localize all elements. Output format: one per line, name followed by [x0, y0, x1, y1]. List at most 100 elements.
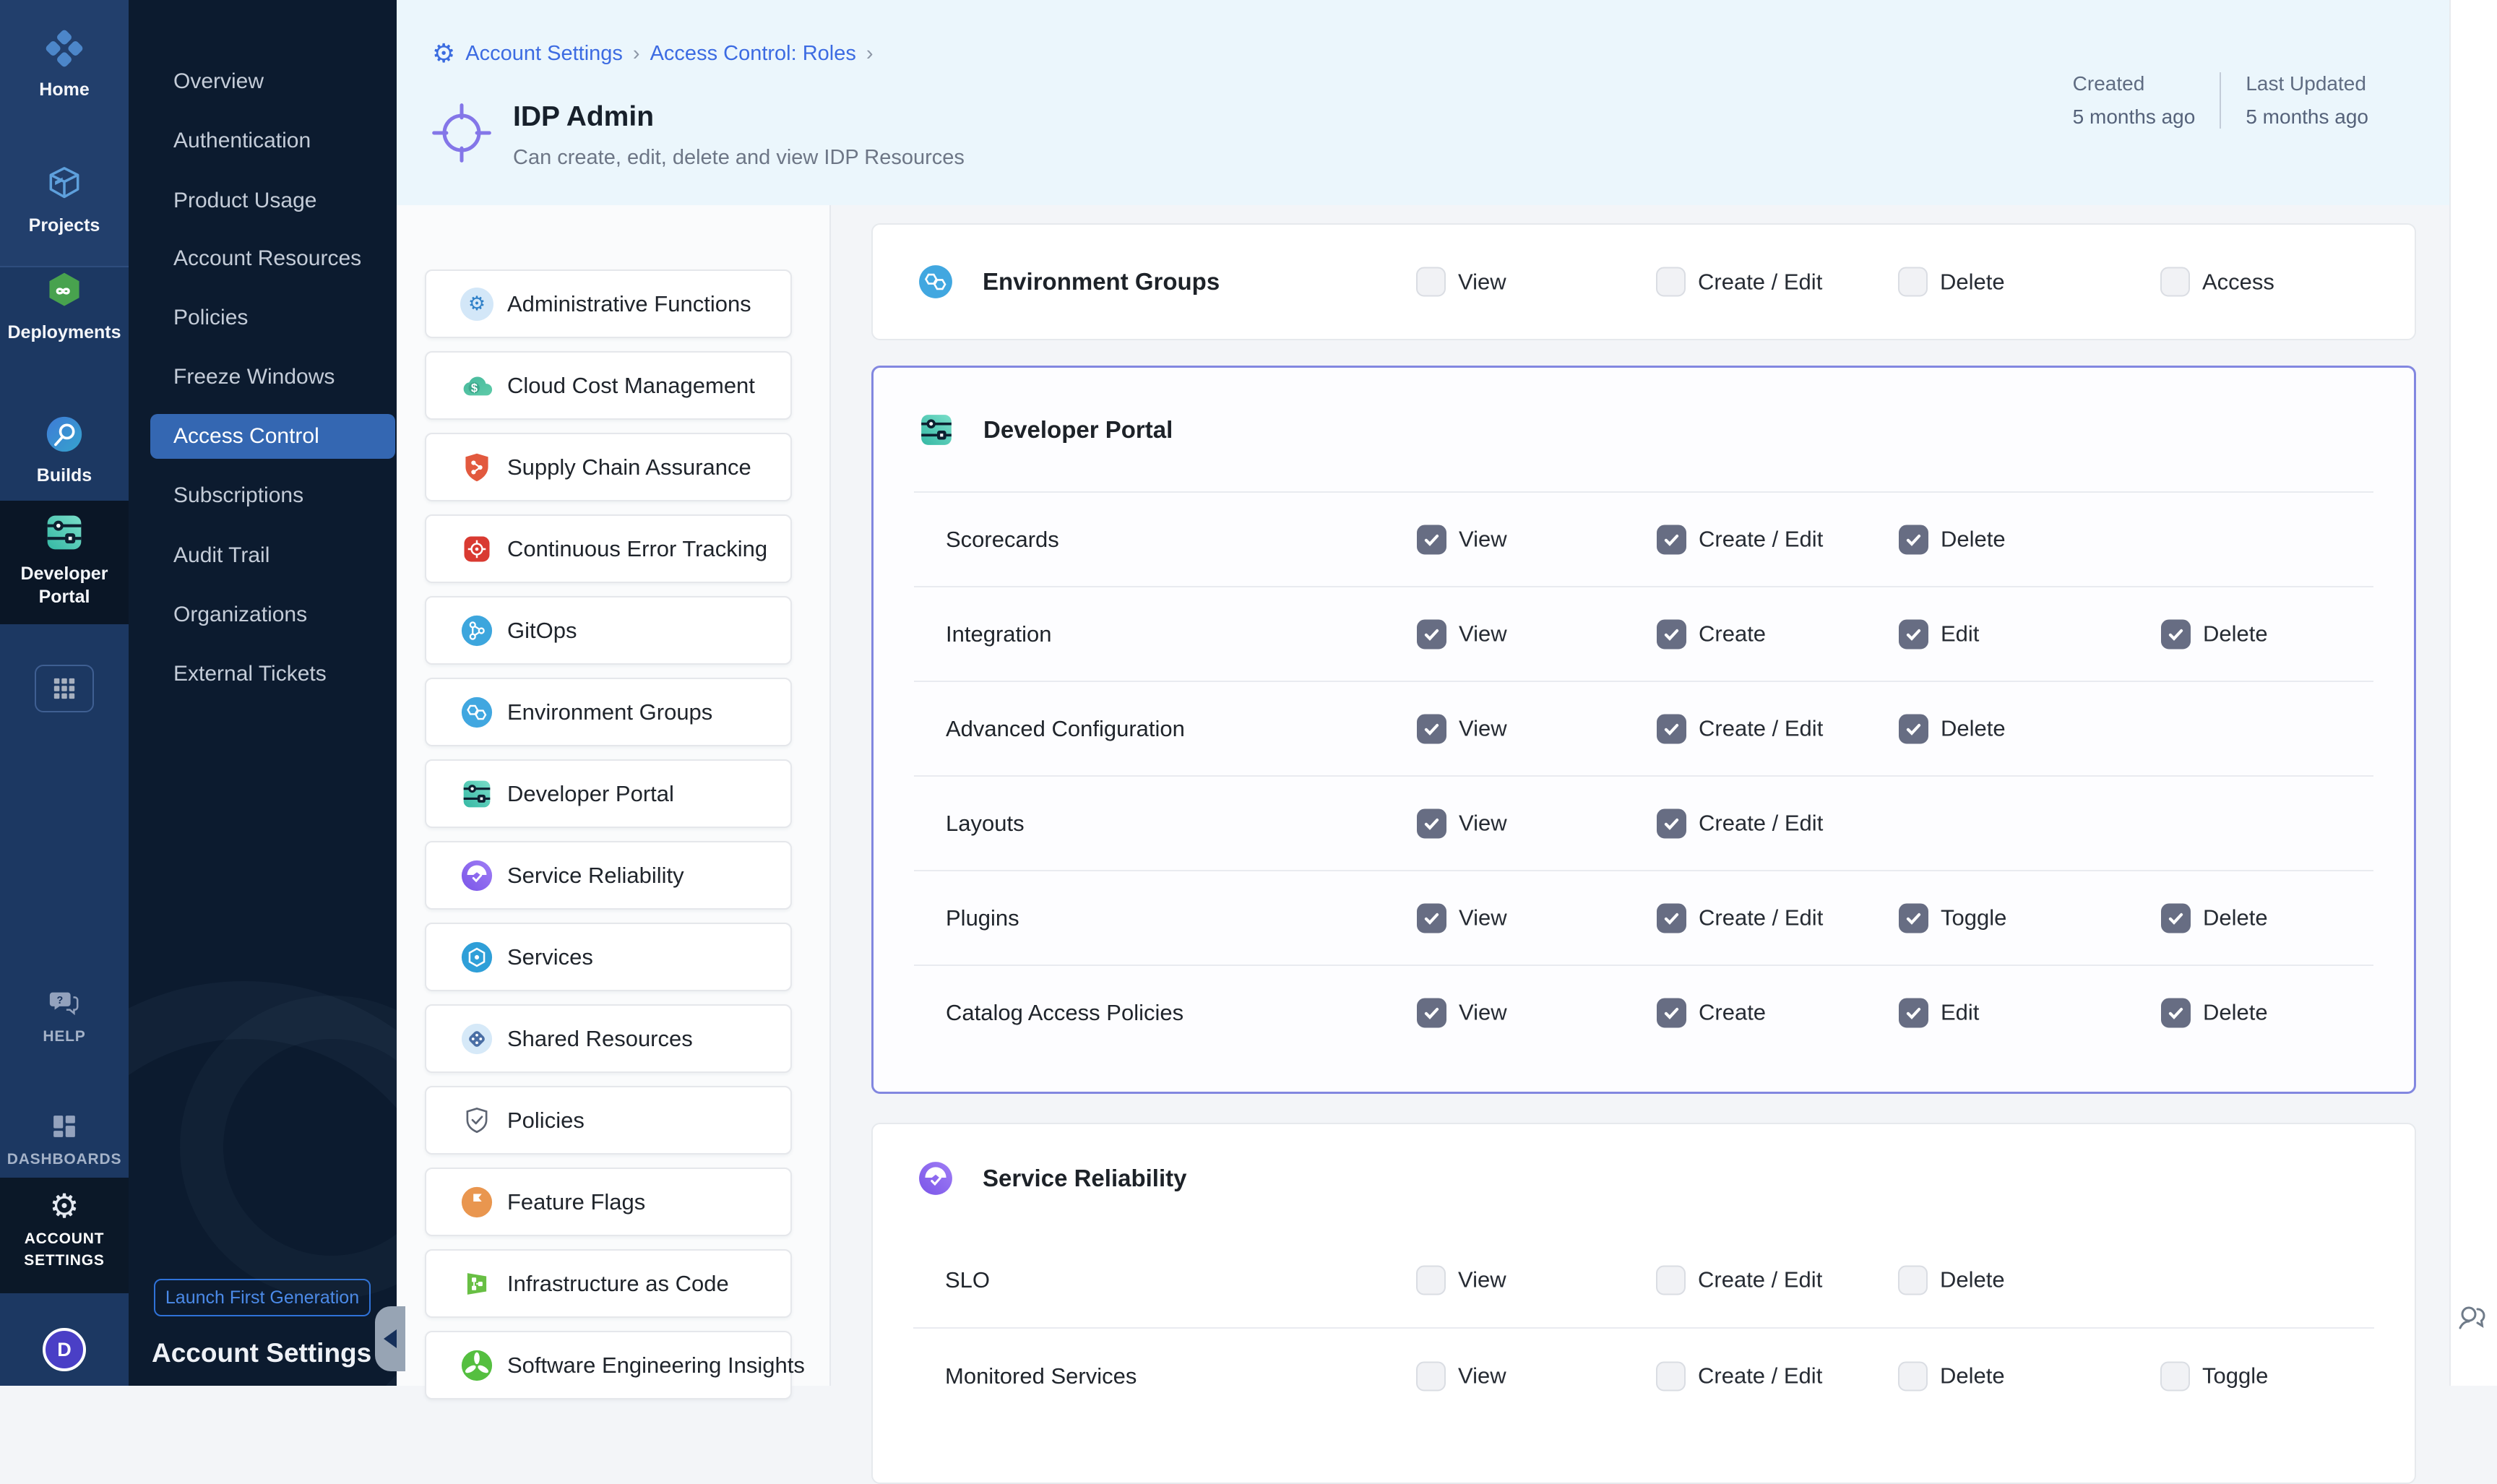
permission-access: Access — [2160, 267, 2274, 297]
resource-card-services[interactable]: Services — [425, 923, 792, 991]
edit-checkbox[interactable] — [1899, 998, 1928, 1027]
breadcrumb: ⚙ Account Settings › Access Control: Rol… — [432, 39, 874, 68]
delete-checkbox[interactable] — [1898, 267, 1928, 297]
view-checkbox[interactable] — [1416, 1361, 1446, 1391]
rail-item-label: Home — [35, 78, 93, 101]
dashboards-grid-icon — [46, 1110, 82, 1143]
sidebar-item-authentication[interactable]: Authentication — [150, 118, 397, 163]
row-label: Advanced Configuration — [946, 716, 1185, 742]
launch-first-generation-button[interactable]: Launch First Generation — [154, 1279, 371, 1316]
environment-groups-icon — [460, 696, 493, 729]
resource-card-developer-portal[interactable]: Developer Portal — [425, 759, 792, 828]
services-icon — [460, 941, 493, 974]
panel-header: Environment Groups View Create / Edit De… — [873, 225, 2415, 339]
sidebar-item-account-resources[interactable]: Account Resources — [150, 236, 397, 281]
rail-item-label: Developer Portal — [10, 562, 118, 608]
module-selector-button[interactable] — [35, 665, 94, 712]
rail-item-developer-portal[interactable]: Developer Portal — [0, 510, 129, 608]
create-checkbox[interactable] — [1657, 619, 1686, 649]
resource-card-software-engineering-insights[interactable]: Software Engineering Insights — [425, 1331, 792, 1399]
sidebar-collapse-handle[interactable] — [375, 1306, 405, 1371]
resource-label: Supply Chain Assurance — [507, 454, 751, 480]
toggle-checkbox[interactable] — [1899, 903, 1928, 933]
sidebar-item-audit-trail[interactable]: Audit Trail — [150, 533, 397, 578]
resource-card-policies[interactable]: Policies — [425, 1086, 792, 1155]
resource-card-service-reliability[interactable]: Service Reliability — [425, 841, 792, 910]
infrastructure-as-code-icon — [460, 1267, 493, 1300]
projects-cube-icon — [42, 162, 87, 207]
delete-checkbox[interactable] — [1899, 714, 1928, 743]
permission-label: View — [1459, 905, 1507, 931]
rail-item-projects[interactable]: Projects — [0, 162, 129, 237]
rail-item-help[interactable]: ? HELP — [0, 987, 129, 1048]
create-edit-checkbox[interactable] — [1657, 714, 1686, 743]
svg-text:$: $ — [471, 381, 478, 394]
sidebar-item-policies[interactable]: Policies — [150, 295, 397, 340]
resource-card-environment-groups[interactable]: Environment Groups — [425, 678, 792, 746]
rail-item-home[interactable]: Home — [0, 26, 129, 101]
permission-label: Delete — [1941, 527, 2006, 553]
resource-card-cloud-cost-management[interactable]: $ Cloud Cost Management — [425, 351, 792, 420]
sidebar-item-overview[interactable]: Overview — [150, 59, 397, 104]
meta-divider — [2220, 72, 2221, 129]
delete-checkbox[interactable] — [2161, 903, 2191, 933]
create-edit-checkbox[interactable] — [1657, 525, 1686, 554]
resource-card-supply-chain-assurance[interactable]: Supply Chain Assurance — [425, 433, 792, 501]
sidebar-item-external-tickets[interactable]: External Tickets — [150, 652, 397, 696]
delete-checkbox[interactable] — [2161, 998, 2191, 1027]
edit-checkbox[interactable] — [1899, 619, 1928, 649]
sidebar-item-product-usage[interactable]: Product Usage — [150, 178, 397, 223]
sidebar-item-subscriptions[interactable]: Subscriptions — [150, 473, 397, 518]
view-checkbox[interactable] — [1417, 808, 1446, 838]
create-checkbox[interactable] — [1657, 998, 1686, 1027]
rail-item-deployments[interactable]: Deployments — [0, 269, 129, 344]
permission-label: View — [1459, 527, 1507, 553]
delete-checkbox[interactable] — [1899, 525, 1928, 554]
resource-card-feature-flags[interactable]: Feature Flags — [425, 1168, 792, 1236]
user-avatar[interactable]: D — [43, 1328, 86, 1371]
panel-title: Service Reliability — [983, 1165, 1186, 1192]
toggle-checkbox[interactable] — [2160, 1361, 2190, 1391]
support-icon[interactable] — [2455, 1300, 2490, 1335]
view-checkbox[interactable] — [1417, 903, 1446, 933]
create-edit-checkbox[interactable] — [1657, 903, 1686, 933]
resource-card-shared-resources[interactable]: Shared Resources — [425, 1004, 792, 1073]
permission-label: Toggle — [2202, 1363, 2268, 1389]
view-checkbox[interactable] — [1417, 714, 1446, 743]
resource-card-administrative-functions[interactable]: ⚙ Administrative Functions — [425, 269, 792, 338]
view-checkbox[interactable] — [1416, 267, 1446, 297]
right-gutter — [2449, 0, 2497, 1386]
sidebar-item-access-control[interactable]: Access Control — [150, 414, 395, 459]
view-checkbox[interactable] — [1417, 998, 1446, 1027]
permission-label: Delete — [2203, 905, 2268, 931]
breadcrumb-access-control-roles[interactable]: Access Control: Roles — [650, 42, 856, 66]
permission-row-plugins: Plugins View Create / Edit Toggle Delete — [874, 871, 2414, 965]
view-checkbox[interactable] — [1417, 525, 1446, 554]
permission-label: Create / Edit — [1699, 811, 1823, 837]
permission-row-catalog-access-policies: Catalog Access Policies View Create Edit… — [874, 966, 2414, 1059]
create-edit-checkbox[interactable] — [1656, 1361, 1686, 1391]
svg-text:?: ? — [56, 995, 63, 1006]
delete-checkbox[interactable] — [1898, 1361, 1928, 1391]
delete-checkbox[interactable] — [2161, 619, 2191, 649]
gitops-icon — [460, 614, 493, 647]
create-edit-checkbox[interactable] — [1656, 267, 1686, 297]
permission-label: Delete — [1940, 1267, 2005, 1293]
rail-item-builds[interactable]: Builds — [0, 412, 129, 487]
view-checkbox[interactable] — [1416, 1265, 1446, 1295]
sidebar-item-freeze-windows[interactable]: Freeze Windows — [150, 355, 397, 400]
sidebar-item-organizations[interactable]: Organizations — [150, 592, 397, 637]
permission-label: Create / Edit — [1698, 269, 1822, 295]
access-checkbox[interactable] — [2160, 267, 2190, 297]
resource-card-infrastructure-as-code[interactable]: Infrastructure as Code — [425, 1249, 792, 1318]
create-edit-checkbox[interactable] — [1657, 808, 1686, 838]
view-checkbox[interactable] — [1417, 619, 1446, 649]
delete-checkbox[interactable] — [1898, 1265, 1928, 1295]
resource-card-continuous-error-tracking[interactable]: Continuous Error Tracking — [425, 514, 792, 583]
create-edit-checkbox[interactable] — [1656, 1265, 1686, 1295]
breadcrumb-account-settings[interactable]: Account Settings — [465, 42, 623, 66]
rail-item-dashboards[interactable]: DASHBOARDS — [0, 1110, 129, 1170]
rail-item-account-settings[interactable]: ⚙ ACCOUNT SETTINGS — [0, 1189, 129, 1272]
row-label: Scorecards — [946, 527, 1059, 553]
resource-card-gitops[interactable]: GitOps — [425, 596, 792, 665]
